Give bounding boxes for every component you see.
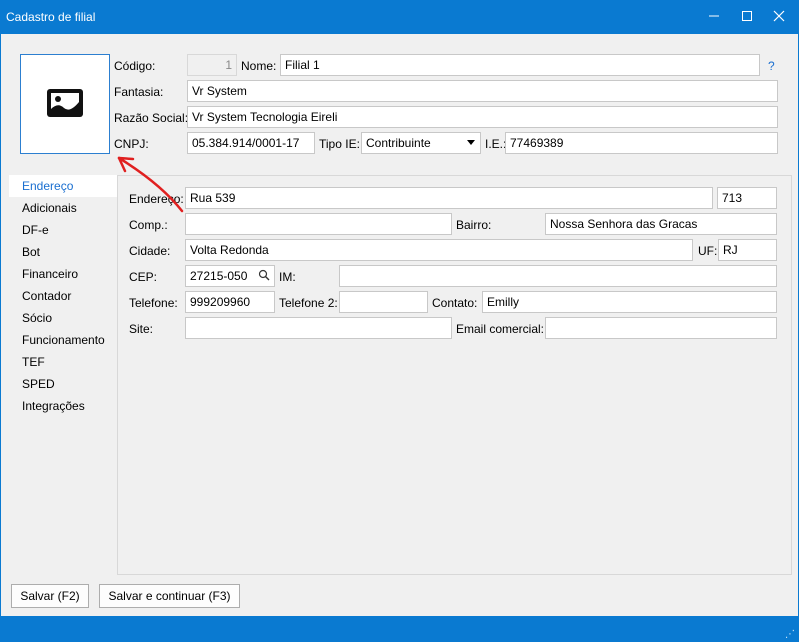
resize-grip-icon[interactable]: ⋰ — [785, 629, 795, 640]
save-continue-button[interactable]: Salvar e continuar (F3) — [99, 584, 240, 608]
endereco-label: Endereço: — [129, 192, 184, 206]
search-icon[interactable] — [258, 269, 270, 284]
tipo-ie-select[interactable]: Contribuinte — [361, 132, 481, 154]
photo-picker[interactable] — [20, 54, 110, 154]
cep-label: CEP: — [129, 270, 158, 284]
close-icon — [773, 10, 785, 25]
fantasia-label: Fantasia: — [114, 85, 164, 99]
site-label: Site: — [129, 322, 154, 336]
address-panel — [117, 175, 792, 575]
minimize-button[interactable] — [697, 0, 731, 34]
im-field[interactable] — [339, 265, 777, 287]
codigo-label: Código: — [114, 59, 156, 73]
window-title: Cadastro de filial — [6, 10, 96, 24]
close-button[interactable] — [762, 0, 796, 34]
image-placeholder-icon — [46, 88, 84, 121]
cnpj-field[interactable]: 05.384.914/0001-17 — [187, 132, 315, 154]
codigo-field: 1 — [187, 54, 237, 76]
nav-item-bot[interactable]: Bot — [9, 241, 119, 263]
chevron-down-icon — [467, 140, 475, 145]
uf-label: UF: — [698, 244, 718, 258]
nav-item-socio[interactable]: Sócio — [9, 307, 119, 329]
comp-field[interactable] — [185, 213, 452, 235]
status-bar: ⋰ — [0, 616, 799, 642]
numero-field[interactable]: 713 — [717, 187, 777, 209]
contato-field[interactable]: Emilly — [482, 291, 777, 313]
cep-value: 27215-050 — [190, 269, 248, 283]
uf-field[interactable]: RJ — [718, 239, 777, 261]
razao-social-field[interactable]: Vr System Tecnologia Eireli — [187, 106, 778, 128]
save-button[interactable]: Salvar (F2) — [11, 584, 89, 608]
comp-label: Comp.: — [129, 218, 168, 232]
im-label: IM: — [279, 270, 296, 284]
nav-item-tef[interactable]: TEF — [9, 351, 119, 373]
section-nav: Endereço Adicionais DF-e Bot Financeiro … — [9, 175, 119, 417]
contato-label: Contato: — [432, 296, 478, 310]
ie-field[interactable]: 77469389 — [505, 132, 778, 154]
nav-item-financeiro[interactable]: Financeiro — [9, 263, 119, 285]
nav-item-funcionamento[interactable]: Funcionamento — [9, 329, 119, 351]
email-comercial-label: Email comercial: — [456, 322, 545, 336]
help-link[interactable]: ? — [768, 59, 775, 73]
tipo-ie-value: Contribuinte — [366, 136, 431, 150]
cnpj-label: CNPJ: — [114, 137, 149, 151]
cidade-label: Cidade: — [129, 244, 171, 258]
nav-item-contador[interactable]: Contador — [9, 285, 119, 307]
minimize-icon — [708, 10, 720, 25]
nav-item-endereco[interactable]: Endereço — [9, 175, 119, 197]
nav-item-sped[interactable]: SPED — [9, 373, 119, 395]
window-client-area: Código: 1 Nome: Filial 1 ? Fantasia: Vr … — [1, 34, 798, 616]
cidade-field[interactable]: Volta Redonda — [185, 239, 693, 261]
nav-item-df-e[interactable]: DF-e — [9, 219, 119, 241]
bairro-label: Bairro: — [456, 218, 492, 232]
title-bar: Cadastro de filial — [0, 0, 799, 34]
telefone2-field[interactable] — [339, 291, 428, 313]
nome-label: Nome: — [241, 59, 277, 73]
endereco-field[interactable]: Rua 539 — [185, 187, 713, 209]
fantasia-field[interactable]: Vr System — [187, 80, 778, 102]
nome-field[interactable]: Filial 1 — [280, 54, 760, 76]
tipo-ie-label: Tipo IE: — [319, 137, 360, 151]
nav-item-integracoes[interactable]: Integrações — [9, 395, 119, 417]
telefone-field[interactable]: 999209960 — [185, 291, 275, 313]
ie-label: I.E.: — [485, 137, 507, 151]
email-comercial-field[interactable] — [545, 317, 777, 339]
site-field[interactable] — [185, 317, 452, 339]
nav-item-adicionais[interactable]: Adicionais — [9, 197, 119, 219]
maximize-icon — [741, 10, 753, 25]
maximize-button[interactable] — [730, 0, 764, 34]
telefone2-label: Telefone 2: — [279, 296, 338, 310]
telefone-label: Telefone: — [129, 296, 178, 310]
cep-field[interactable]: 27215-050 — [185, 265, 275, 287]
bairro-field[interactable]: Nossa Senhora das Gracas — [545, 213, 777, 235]
razao-social-label: Razão Social: — [114, 111, 189, 125]
